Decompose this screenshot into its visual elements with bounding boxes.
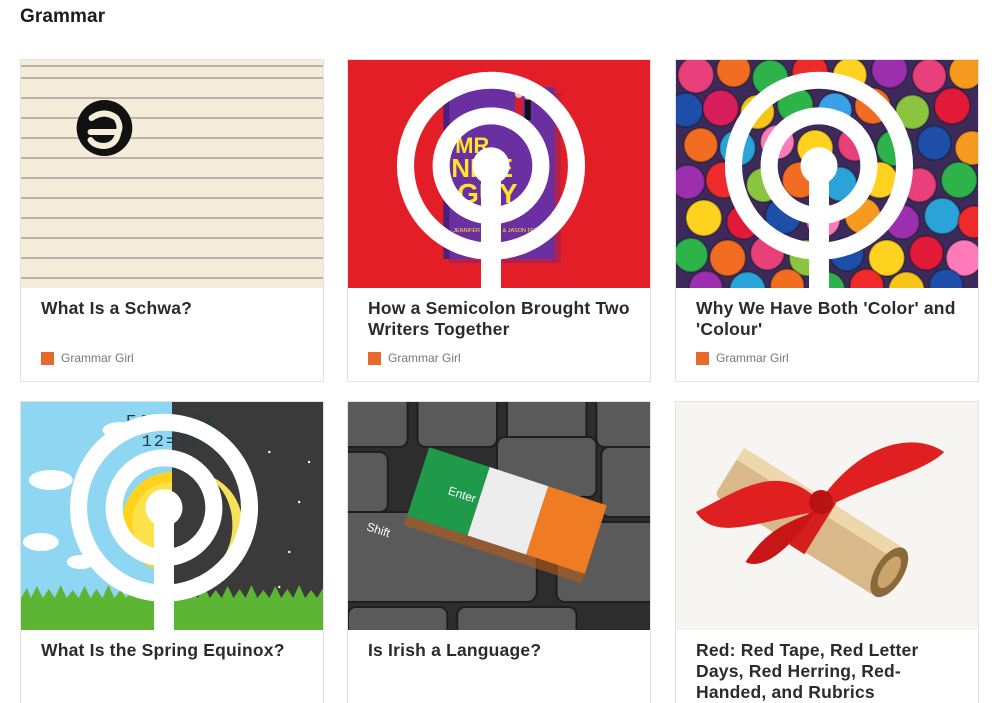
article-card-color-colour[interactable]: Why We Have Both 'Color' and 'Colour' Gr… [675, 59, 979, 382]
source-name[interactable]: Grammar Girl [61, 351, 134, 365]
podcast-icon [724, 71, 914, 288]
article-source[interactable]: Grammar Girl [41, 351, 134, 365]
article-thumbnail[interactable] [676, 60, 978, 288]
article-card-red[interactable]: Red: Red Tape, Red Letter Days, Red Herr… [675, 401, 979, 703]
article-title[interactable]: How a Semicolon Brought Two Writers Toge… [348, 288, 650, 340]
podcast-icon [396, 71, 586, 288]
article-thumbnail[interactable] [21, 60, 323, 288]
keyboard-image: Enter Shift [348, 402, 650, 630]
article-title[interactable]: Why We Have Both 'Color' and 'Colour' [676, 288, 978, 340]
article-source[interactable]: Grammar Girl [696, 351, 789, 365]
article-thumbnail[interactable] [676, 402, 978, 630]
podcast-icon [69, 413, 259, 630]
article-title[interactable]: Red: Red Tape, Red Letter Days, Red Herr… [676, 630, 978, 703]
source-color-swatch [368, 351, 381, 365]
section-title: Grammar [20, 6, 106, 27]
article-title[interactable]: What Is a Schwa? [21, 288, 323, 319]
article-card-schwa[interactable]: What Is a Schwa? Grammar Girl [20, 59, 324, 382]
article-card-irish-language[interactable]: Enter Shift Is Irish a Language? [347, 401, 651, 703]
source-color-swatch [41, 351, 54, 365]
schwa-image [21, 60, 323, 288]
article-thumbnail[interactable]: Enter Shift [348, 402, 650, 630]
source-name[interactable]: Grammar Girl [388, 351, 461, 365]
article-thumbnail[interactable]: MR. NICE GUY JENNIFER MILLER & JASON FEI… [348, 60, 650, 288]
article-card-spring-equinox[interactable]: EQUINOX 12=12 What Is the Spring Equinox… [20, 401, 324, 703]
article-source[interactable]: Grammar Girl [368, 351, 461, 365]
article-card-semicolon[interactable]: MR. NICE GUY JENNIFER MILLER & JASON FEI… [347, 59, 651, 382]
article-thumbnail[interactable]: EQUINOX 12=12 [21, 402, 323, 630]
source-name[interactable]: Grammar Girl [716, 351, 789, 365]
article-title[interactable]: Is Irish a Language? [348, 630, 650, 661]
source-color-swatch [696, 351, 709, 365]
article-title[interactable]: What Is the Spring Equinox? [21, 630, 323, 661]
scroll-ribbon-image [676, 402, 978, 630]
